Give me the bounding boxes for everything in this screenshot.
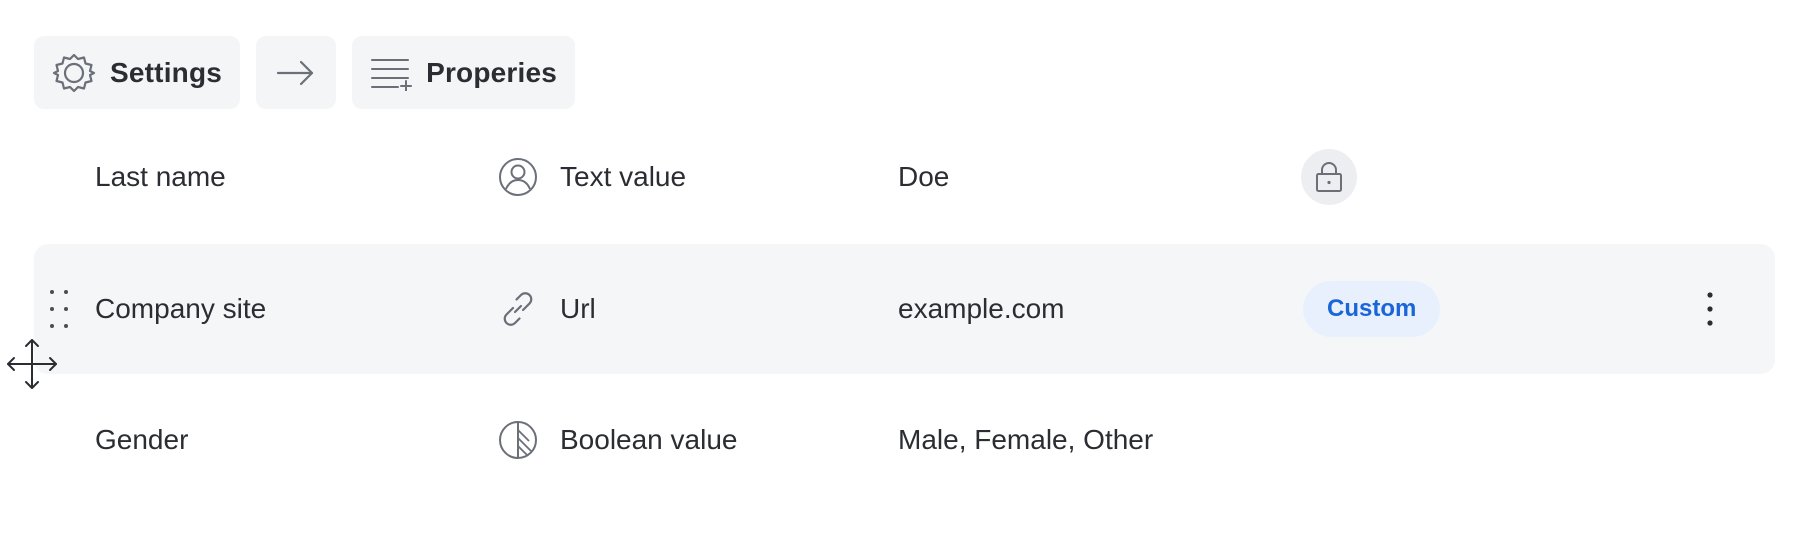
gear-icon: [52, 51, 96, 95]
arrow-right-icon: [276, 58, 316, 88]
boolean-icon: [498, 420, 538, 460]
property-value: Male, Female, Other: [898, 424, 1154, 455]
property-type: Url: [560, 293, 596, 324]
user-circle-icon: [498, 157, 538, 197]
property-value: example.com: [898, 293, 1065, 324]
link-icon: [498, 289, 538, 329]
properties-screen: Settings Properies Last name Text value …: [0, 0, 1800, 536]
more-options-icon[interactable]: [1698, 289, 1722, 329]
drag-handle-icon[interactable]: [48, 289, 70, 329]
table-row[interactable]: Company site Url example.com Custom: [34, 244, 1775, 374]
breadcrumb-separator: [256, 36, 337, 109]
custom-tag: Custom: [1303, 281, 1441, 337]
breadcrumb-properties-label: Properies: [426, 56, 558, 88]
property-name: Gender: [95, 424, 189, 455]
lock-badge: [1301, 149, 1357, 205]
lock-icon: [1314, 161, 1344, 193]
breadcrumb-settings-label: Settings: [110, 56, 223, 88]
breadcrumb-settings[interactable]: Settings: [34, 36, 241, 109]
table-row[interactable]: Last name Text value Doe: [34, 112, 1775, 242]
breadcrumb-properties[interactable]: Properies: [352, 36, 576, 109]
table-row[interactable]: Gender Boolean value Male, Female, Other: [34, 375, 1775, 505]
list-add-icon: [370, 55, 413, 91]
property-type: Boolean value: [560, 424, 738, 455]
property-name: Last name: [95, 161, 226, 192]
property-name: Company site: [95, 293, 267, 324]
property-value: Doe: [898, 161, 950, 192]
property-type: Text value: [560, 161, 687, 192]
breadcrumb: Settings Properies: [34, 36, 576, 109]
move-cursor-icon: [4, 336, 60, 392]
